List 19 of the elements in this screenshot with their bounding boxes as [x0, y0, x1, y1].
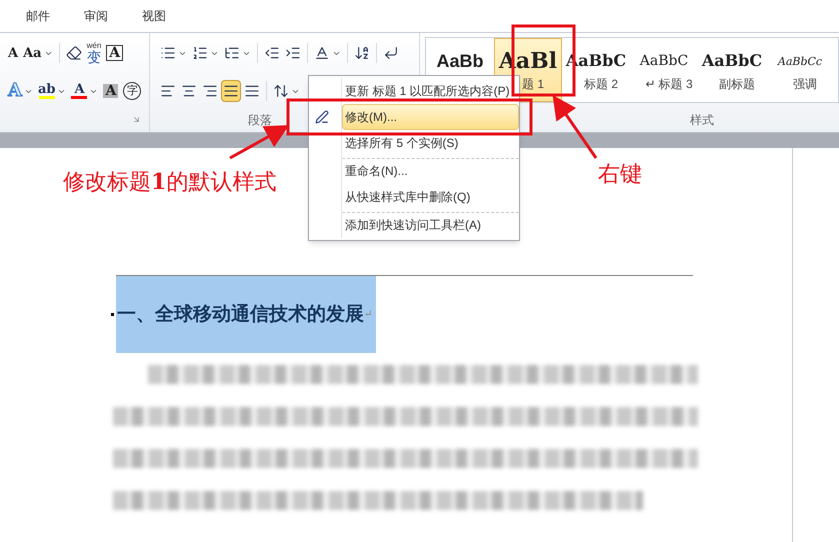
menu-item[interactable]: 选择所有 5 个实例(S): [342, 130, 519, 156]
ribbon-tab[interactable]: 邮件: [24, 7, 52, 25]
menu-item[interactable]: 添加到快速访问工具栏(A): [342, 212, 519, 238]
group-label: 段落: [248, 112, 272, 129]
toolbar-button[interactable]: wén 变: [84, 42, 104, 64]
toolbar-button[interactable]: ab: [36, 80, 68, 102]
menu-item[interactable]: 从快速样式库中删除(Q): [342, 184, 519, 210]
ribbon-tab[interactable]: 审阅: [82, 7, 110, 25]
heading-text: 一、全球移动通信技术的发展↵: [116, 276, 376, 353]
toolbar-button[interactable]: Aa: [21, 42, 55, 64]
group-label: 样式: [690, 112, 714, 129]
toolbar-button[interactable]: A: [6, 42, 20, 64]
ribbon-tab[interactable]: 视图: [140, 7, 168, 25]
toolbar-button[interactable]: 字: [121, 80, 144, 102]
annotation-text: 修改标题1的默认样式: [63, 168, 276, 197]
annotation-text: 右键: [598, 161, 642, 189]
toolbar-button[interactable]: A: [104, 42, 126, 64]
toolbar-button[interactable]: A: [69, 80, 100, 102]
menu-item[interactable]: 重命名(N)...: [342, 158, 519, 184]
